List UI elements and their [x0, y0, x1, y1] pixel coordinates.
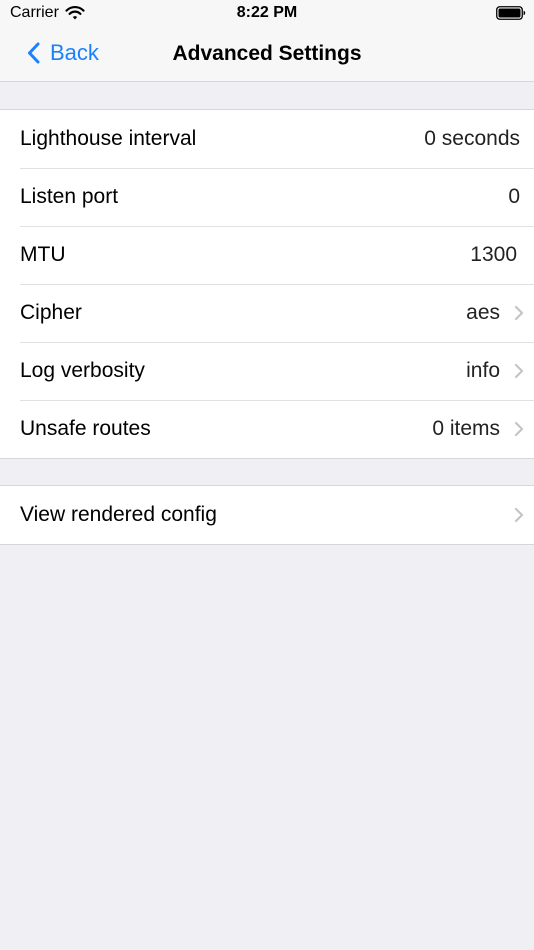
chevron-right-icon	[514, 507, 524, 523]
listen-port-label: Listen port	[20, 185, 119, 208]
battery-icon	[496, 6, 526, 20]
mtu-row[interactable]: MTU 1300	[0, 226, 534, 284]
unsafe-routes-value: 0 items	[432, 417, 500, 440]
lighthouse-interval-value: 0 seconds	[424, 127, 520, 150]
mtu-label: MTU	[20, 243, 66, 266]
log-verbosity-value: info	[466, 359, 500, 382]
lighthouse-interval-row[interactable]: Lighthouse interval 0 seconds	[0, 110, 534, 168]
status-bar: Carrier 8:22 PM	[0, 0, 534, 28]
listen-port-value: 0	[508, 185, 520, 208]
page-title: Advanced Settings	[172, 42, 362, 65]
cipher-value: aes	[466, 301, 500, 324]
navigation-bar: Back Advanced Settings	[0, 28, 534, 82]
lighthouse-interval-label: Lighthouse interval	[20, 127, 197, 150]
cipher-label: Cipher	[20, 301, 82, 324]
chevron-right-icon	[514, 305, 524, 321]
status-time: 8:22 PM	[236, 4, 298, 21]
settings-group: Lighthouse interval 0 seconds Listen por…	[0, 109, 534, 459]
chevron-right-icon	[514, 421, 524, 437]
log-verbosity-row[interactable]: Log verbosity info	[0, 342, 534, 400]
chevron-right-icon	[514, 363, 524, 379]
view-rendered-config-row[interactable]: View rendered config	[0, 486, 534, 544]
listen-port-row[interactable]: Listen port 0	[0, 168, 534, 226]
log-verbosity-label: Log verbosity	[20, 359, 145, 382]
cipher-row[interactable]: Cipher aes	[0, 284, 534, 342]
view-rendered-config-label: View rendered config	[20, 503, 217, 526]
unsafe-routes-row[interactable]: Unsafe routes 0 items	[0, 400, 534, 458]
config-group: View rendered config	[0, 485, 534, 545]
mtu-value: 1300	[470, 243, 517, 266]
unsafe-routes-label: Unsafe routes	[20, 417, 151, 440]
